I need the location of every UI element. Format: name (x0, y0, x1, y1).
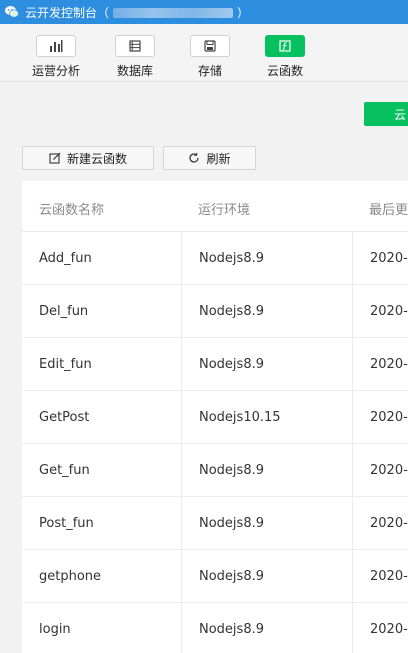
table-row[interactable]: GetPost Nodejs10.15 2020-0 (22, 391, 408, 444)
column-header-name[interactable]: 云函数名称 (39, 199, 104, 218)
function-name: Get_fun (39, 463, 90, 478)
main-content: 云 新建云函数 刷新 云函数名称 运行环境 最后更 Add_fun Nodejs… (0, 83, 408, 653)
function-icon (265, 35, 305, 57)
function-runtime: Nodejs10.15 (199, 410, 281, 425)
function-name: GetPost (39, 410, 90, 425)
top-toolbar: 运营分析 数据库 存储 云函数 (0, 24, 408, 82)
function-name: Del_fun (39, 304, 89, 319)
edit-icon (49, 152, 61, 164)
database-icon (115, 35, 155, 57)
function-runtime: Nodejs8.9 (199, 569, 264, 584)
toolbar-item-database[interactable]: 数据库 (105, 35, 165, 79)
table-row[interactable]: Post_fun Nodejs8.9 2020-0 (22, 497, 408, 550)
function-runtime: Nodejs8.9 (199, 304, 264, 319)
toolbar-item-label: 运营分析 (31, 64, 80, 78)
function-updated: 2020-0 (370, 463, 408, 478)
function-updated: 2020-0 (370, 569, 408, 584)
table-row[interactable]: Add_fun Nodejs8.9 2020-0 (22, 232, 408, 285)
window-title: 云开发控制台（ ） (25, 4, 249, 21)
redacted-env-id (113, 8, 234, 18)
function-name: getphone (39, 569, 102, 584)
function-name: login (39, 622, 71, 637)
window-titlebar: 云开发控制台（ ） (0, 0, 408, 24)
table-row[interactable]: login Nodejs8.9 2020-0 (22, 603, 408, 653)
table-row[interactable]: getphone Nodejs8.9 2020-0 (22, 550, 408, 603)
toolbar-item-label: 存储 (197, 64, 222, 78)
function-runtime: Nodejs8.9 (199, 516, 264, 531)
function-runtime: Nodejs8.9 (199, 622, 264, 637)
wechat-icon (3, 3, 21, 21)
table-row[interactable]: Edit_fun Nodejs8.9 2020-0 (22, 338, 408, 391)
function-name: Edit_fun (39, 357, 92, 372)
refresh-button[interactable]: 刷新 (163, 146, 256, 170)
function-name: Add_fun (39, 251, 92, 266)
function-name: Post_fun (39, 516, 94, 531)
toolbar-item-label: 云函数 (266, 64, 303, 78)
table-row[interactable]: Get_fun Nodejs8.9 2020-0 (22, 444, 408, 497)
window-title-suffix: ） (237, 5, 250, 20)
new-function-button[interactable]: 新建云函数 (22, 146, 154, 170)
table-header: 云函数名称 运行环境 最后更 (22, 181, 408, 232)
toolbar-item-storage[interactable]: 存储 (180, 35, 240, 79)
function-updated: 2020-0 (370, 357, 408, 372)
window-title-prefix: 云开发控制台（ (25, 5, 110, 20)
cloud-env-button[interactable]: 云 (364, 102, 408, 126)
toolbar-item-label: 数据库 (116, 64, 153, 78)
function-runtime: Nodejs8.9 (199, 463, 264, 478)
cloud-env-button-label: 云 (394, 107, 407, 122)
table-row[interactable]: Del_fun Nodejs8.9 2020-0 (22, 285, 408, 338)
function-runtime: Nodejs8.9 (199, 251, 264, 266)
refresh-label: 刷新 (206, 151, 231, 166)
function-runtime: Nodejs8.9 (199, 357, 264, 372)
save-icon (190, 35, 230, 57)
function-updated: 2020-0 (370, 622, 408, 637)
function-updated: 2020-0 (370, 516, 408, 531)
bar-chart-icon (36, 35, 76, 57)
new-function-label: 新建云函数 (66, 151, 127, 166)
toolbar-item-cloud-functions[interactable]: 云函数 (255, 35, 315, 79)
function-updated: 2020-0 (370, 410, 408, 425)
column-header-updated[interactable]: 最后更 (369, 199, 408, 218)
function-updated: 2020-0 (370, 304, 408, 319)
toolbar-item-analytics[interactable]: 运营分析 (26, 35, 86, 79)
refresh-icon (189, 152, 200, 163)
column-header-runtime[interactable]: 运行环境 (198, 199, 250, 218)
function-updated: 2020-0 (370, 251, 408, 266)
functions-table: 云函数名称 运行环境 最后更 Add_fun Nodejs8.9 2020-0 … (22, 181, 408, 653)
